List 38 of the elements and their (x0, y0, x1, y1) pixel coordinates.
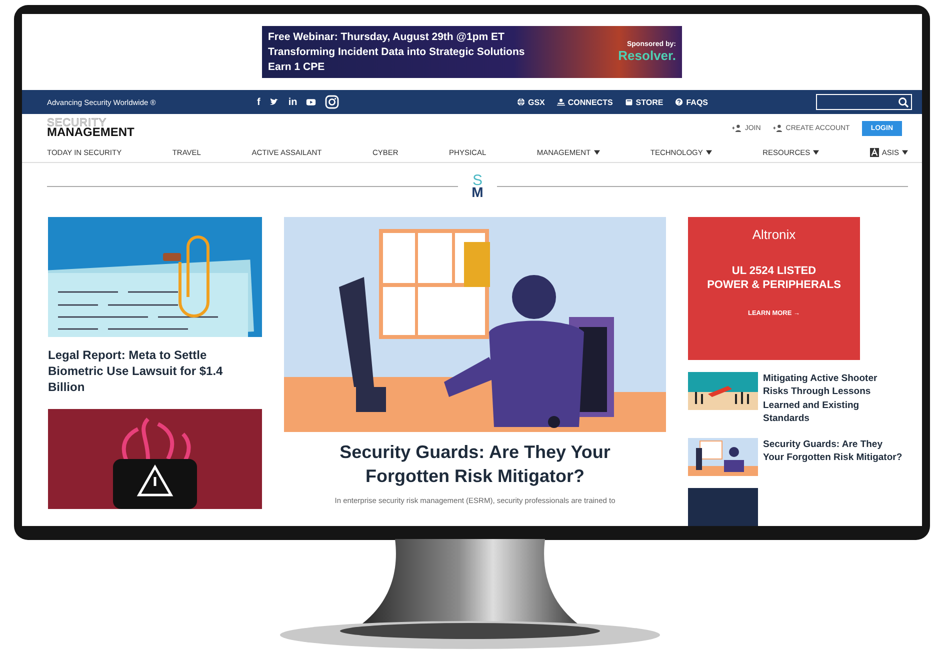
article-thumbnail (688, 488, 758, 526)
article-title[interactable]: Legal Report: Meta to Settle Biometric Use Lawsuit for $1.4 Billion (48, 346, 262, 395)
site-logo[interactable]: SECURITY MANAGEMENT (47, 118, 134, 138)
featured-article-title[interactable]: Security Guards: Are They Your Forgotten Risk Mitigator? (310, 440, 640, 488)
caret-icon (594, 150, 600, 155)
social-link[interactable]: f (257, 96, 260, 108)
top-bar-link[interactable]: STORE (624, 98, 664, 107)
people-crowd-drawing (688, 372, 758, 410)
ad-brand-logo: Altronix (752, 226, 796, 242)
ad-headline: UL 2524 LISTED (730, 264, 818, 278)
person-icon (556, 98, 565, 106)
store-icon (624, 98, 633, 106)
caret-icon (706, 150, 712, 155)
banner-text: Free Webinar: Thursday, August 29th @1pm ET (268, 30, 506, 45)
article-title[interactable]: Mitigating Active Shooter Risks Through Lessons Learned and Existing Standards (763, 372, 904, 426)
social-link[interactable]: in (288, 96, 298, 108)
search-field[interactable] (816, 94, 912, 110)
caret-icon (813, 150, 820, 155)
camera-icon[interactable] (325, 95, 340, 110)
help-icon (675, 98, 684, 106)
sponsor-logo: Resolver. (618, 48, 676, 64)
add-user-icon (732, 124, 742, 132)
globe-icon (517, 98, 525, 106)
search-icon[interactable] (898, 96, 909, 108)
top-bar-link[interactable]: FAQS (675, 98, 708, 107)
section-logo: S M (472, 175, 484, 198)
article-title[interactable]: Security Guards: Are They Your Forgotten Risk Mitigator? (763, 438, 904, 465)
caret-icon (902, 150, 908, 155)
letter-a-logo-icon (870, 148, 879, 157)
top-bar-link[interactable]: GSX (517, 98, 545, 107)
bird-icon[interactable] (269, 97, 280, 108)
play-icon[interactable] (306, 97, 316, 108)
guard-at-desk-drawing (688, 438, 758, 476)
add-user-icon (772, 124, 783, 132)
banner-text: Earn 1 CPE (268, 60, 326, 75)
ad-headline: POWER & PERIPHERALS (707, 278, 841, 292)
top-bar-link[interactable]: CONNECTS (556, 98, 613, 107)
banner-text: Transforming Incident Data into Strategic Solutions (268, 44, 525, 60)
